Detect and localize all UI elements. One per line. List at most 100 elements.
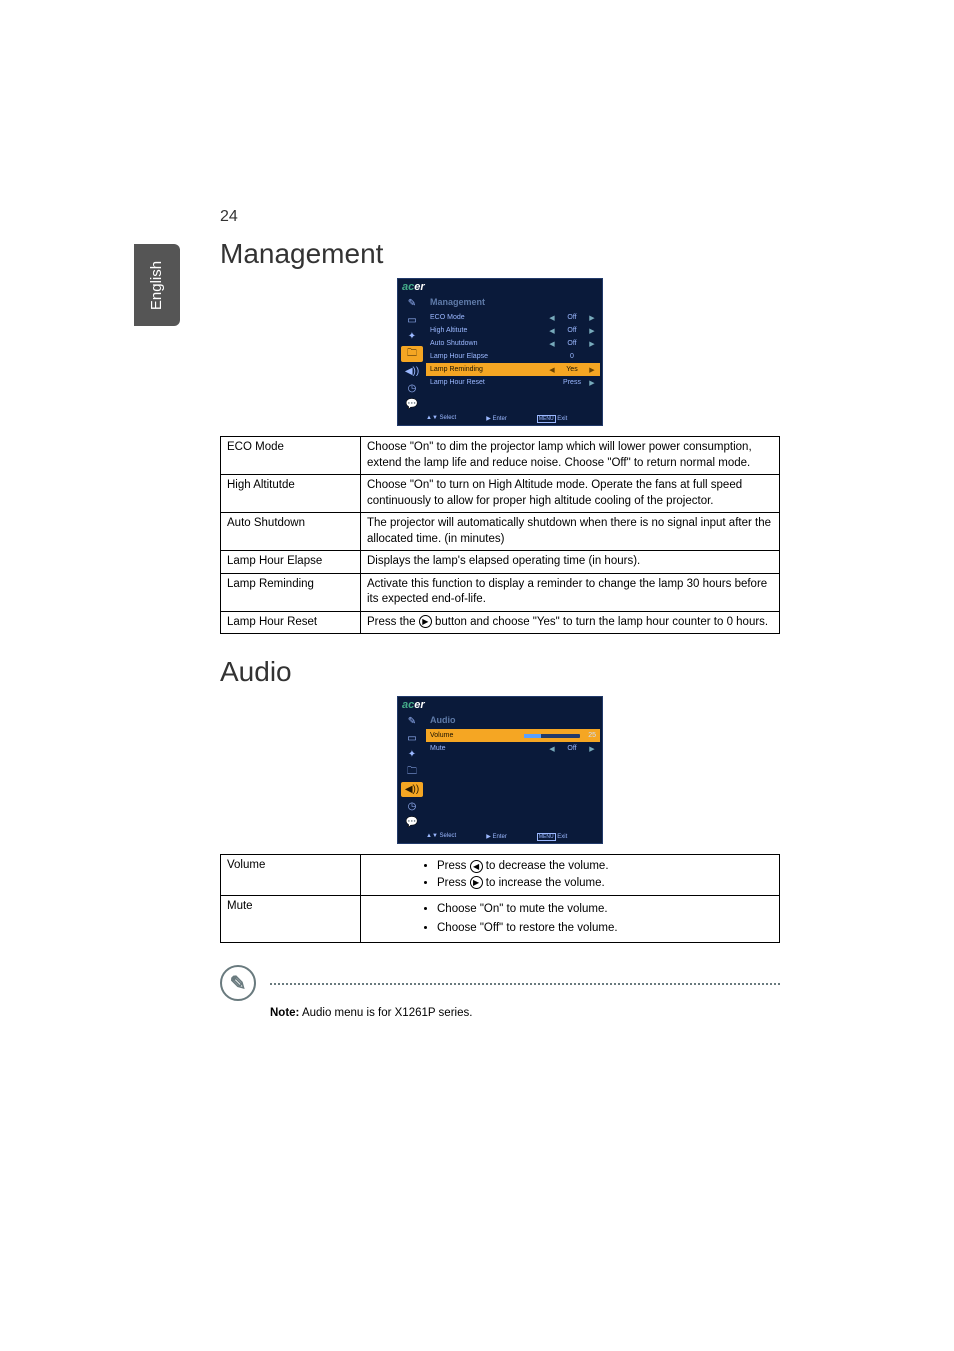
cell-reset-desc: Press the ▶ button and choose "Yes" to t… <box>361 611 780 634</box>
cell-eco-desc: Choose "On" to dim the projector lamp wh… <box>361 437 780 475</box>
mute-off-text: Choose "Off" to restore the volume. <box>437 921 773 937</box>
right-arrow-icon: ▶ <box>470 876 483 889</box>
cell-elapse-desc: Displays the lamp's elapsed operating ti… <box>361 551 780 574</box>
osd-footer: ▲▼ Select ▶ Enter MENU Exit <box>426 415 598 423</box>
cell-volume-label: Volume <box>221 855 361 896</box>
osd-eco-label: ECO Mode <box>430 314 548 321</box>
audio-table: Volume Press ◀ to decrease the volume. P… <box>220 854 780 943</box>
note-divider-row: ✎ <box>220 965 780 1001</box>
cell-reminding-label: Lamp Reminding <box>221 573 361 611</box>
image-icon: ▭ <box>401 313 423 328</box>
osd-panel-title: Management <box>426 295 600 311</box>
right-arrow-icon: ▶ <box>419 615 432 628</box>
osd-footer-menu: MENU <box>537 415 556 423</box>
osd-elapse-value: 0 <box>556 353 588 360</box>
row-high-altitude: High Altitutde Choose "On" to turn on Hi… <box>221 475 780 513</box>
osd-main-panel: Management ECO Mode◀Off▶ High Altitute◀O… <box>426 295 600 389</box>
osd-row-elapse: Lamp Hour Elapse0 <box>426 350 600 363</box>
cell-reset-label: Lamp Hour Reset <box>221 611 361 634</box>
row-volume: Volume Press ◀ to decrease the volume. P… <box>221 855 780 896</box>
osd-sidebar: ✎ ▭ ✦ 🗀 ◀)) ◷ 💬 <box>398 713 426 831</box>
osd-shutdown-label: Auto Shutdown <box>430 340 548 347</box>
osd-row-shutdown: Auto Shutdown◀Off▶ <box>426 337 600 350</box>
timer-icon: ◷ <box>401 381 423 396</box>
vol-dec-pre: Press <box>437 860 470 872</box>
setting-icon: ✦ <box>401 329 423 344</box>
vol-dec-post: to decrease the volume. <box>483 860 609 872</box>
left-arrow-icon: ◀ <box>470 860 483 873</box>
osd-footer-menu: MENU <box>537 833 556 841</box>
osd-row-reminding: Lamp Reminding◀Yes▶ <box>426 363 600 376</box>
osd-mute-value: Off <box>556 745 588 752</box>
osd-footer-exit: Exit <box>557 834 567 840</box>
row-lamp-reminding: Lamp Reminding Activate this function to… <box>221 573 780 611</box>
note-icon: ✎ <box>220 965 256 1001</box>
cell-reminding-desc: Activate this function to display a remi… <box>361 573 780 611</box>
osd-altitude-value: Off <box>556 327 588 334</box>
audio-osd-screenshot: acer ✎ ▭ ✦ 🗀 ◀)) ◷ 💬 Audio Volume 25 Mut… <box>397 696 603 844</box>
management-icon: 🗀 <box>401 764 423 780</box>
row-auto-shutdown: Auto Shutdown The projector will automat… <box>221 513 780 551</box>
cell-mute-desc: Choose "On" to mute the volume. Choose "… <box>361 896 780 943</box>
osd-altitude-label: High Altitute <box>430 327 548 334</box>
management-table: ECO Mode Choose "On" to dim the projecto… <box>220 436 780 634</box>
osd-footer-enter: Enter <box>493 416 507 422</box>
color-icon: ✎ <box>401 296 423 311</box>
osd-eco-value: Off <box>556 314 588 321</box>
osd-volume-value: 25 <box>580 732 596 739</box>
mute-on-text: Choose "On" to mute the volume. <box>437 902 773 918</box>
management-heading: Management <box>220 238 780 270</box>
color-icon: ✎ <box>401 714 423 729</box>
cell-volume-desc: Press ◀ to decrease the volume. Press ▶ … <box>361 855 780 896</box>
osd-brand-logo: acer <box>402 281 425 293</box>
image-icon: ▭ <box>401 731 423 746</box>
management-osd-screenshot: acer ✎ ▭ ✦ 🗀 ◀)) ◷ 💬 Management ECO Mode… <box>397 278 603 426</box>
osd-sidebar: ✎ ▭ ✦ 🗀 ◀)) ◷ 💬 <box>398 295 426 413</box>
language-icon: 💬 <box>401 397 423 412</box>
osd-reset-label: Lamp Hour Reset <box>430 379 548 386</box>
page-number: 24 <box>220 208 238 226</box>
osd-brand-logo: acer <box>402 699 425 711</box>
row-eco-mode: ECO Mode Choose "On" to dim the projecto… <box>221 437 780 475</box>
language-label: English <box>149 260 166 309</box>
cell-eco-label: ECO Mode <box>221 437 361 475</box>
vol-inc-pre: Press <box>437 877 470 889</box>
audio-heading: Audio <box>220 656 780 688</box>
osd-mute-label: Mute <box>430 745 548 752</box>
setting-icon: ✦ <box>401 748 423 763</box>
cell-shutdown-desc: The projector will automatically shutdow… <box>361 513 780 551</box>
language-tab: English <box>134 244 180 326</box>
reset-desc-pre: Press the <box>367 616 419 628</box>
osd-row-reset: Lamp Hour ResetPress▶ <box>426 376 600 389</box>
osd-row-volume: Volume 25 <box>426 729 600 742</box>
vol-inc-post: to increase the volume. <box>483 877 605 889</box>
cell-shutdown-label: Auto Shutdown <box>221 513 361 551</box>
osd-footer-select: Select <box>440 833 457 839</box>
osd-shutdown-value: Off <box>556 340 588 347</box>
timer-icon: ◷ <box>401 799 423 814</box>
osd-footer: ▲▼ Select ▶ Enter MENU Exit <box>426 833 598 841</box>
osd-row-altitude: High Altitute◀Off▶ <box>426 324 600 337</box>
row-lamp-reset: Lamp Hour Reset Press the ▶ button and c… <box>221 611 780 634</box>
volume-slider <box>524 734 580 738</box>
note-body: Audio menu is for X1261P series. <box>299 1007 472 1019</box>
osd-reminding-label: Lamp Reminding <box>430 366 548 373</box>
osd-volume-label: Volume <box>430 732 524 739</box>
osd-reset-value: Press <box>556 379 588 386</box>
dotted-divider <box>270 983 780 985</box>
osd-footer-exit: Exit <box>557 416 567 422</box>
osd-footer-select: Select <box>440 415 457 421</box>
cell-altitude-label: High Altitutde <box>221 475 361 513</box>
osd-row-mute: Mute◀Off▶ <box>426 742 600 755</box>
cell-altitude-desc: Choose "On" to turn on High Altitude mod… <box>361 475 780 513</box>
language-icon: 💬 <box>401 816 423 831</box>
management-icon: 🗀 <box>401 346 423 362</box>
osd-panel-title: Audio <box>426 713 600 729</box>
note-label: Note: <box>270 1007 299 1019</box>
reset-desc-post: button and choose "Yes" to turn the lamp… <box>432 616 768 628</box>
osd-main-panel: Audio Volume 25 Mute◀Off▶ <box>426 713 600 755</box>
note-text: Note: Audio menu is for X1261P series. <box>270 1007 780 1019</box>
row-lamp-elapse: Lamp Hour Elapse Displays the lamp's ela… <box>221 551 780 574</box>
page-content: Management acer ✎ ▭ ✦ 🗀 ◀)) ◷ 💬 Manageme… <box>220 238 780 1019</box>
cell-mute-label: Mute <box>221 896 361 943</box>
